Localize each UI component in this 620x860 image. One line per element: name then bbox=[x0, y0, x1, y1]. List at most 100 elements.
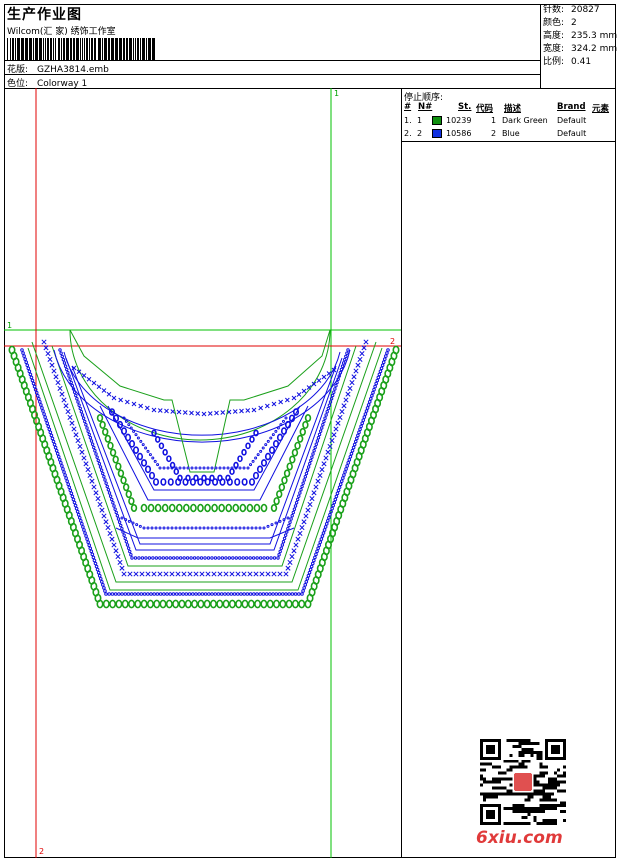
motif-loops bbox=[229, 468, 235, 475]
outer-bead-line bbox=[334, 494, 339, 499]
cross-stitch-band bbox=[307, 501, 313, 507]
outer-bead-line bbox=[348, 454, 353, 459]
bead-line bbox=[299, 488, 303, 492]
bead-line bbox=[340, 364, 345, 368]
outer-scallop-border bbox=[128, 599, 136, 609]
bead-line bbox=[154, 556, 159, 560]
motif-loops bbox=[177, 474, 183, 482]
bead-line bbox=[96, 458, 100, 463]
outer-bead-line bbox=[29, 375, 34, 380]
outer-bead-line bbox=[82, 528, 86, 532]
outer-bead-line bbox=[377, 372, 382, 377]
bead-line bbox=[115, 514, 120, 518]
outer-scallop-border bbox=[191, 599, 199, 609]
inner-bead-line bbox=[131, 521, 135, 525]
bead-line bbox=[111, 501, 115, 505]
outer-scallop-border bbox=[140, 599, 148, 609]
bead-line bbox=[278, 549, 282, 554]
bead-line bbox=[92, 445, 96, 450]
cross-stitch-band bbox=[313, 484, 319, 490]
outer-bead-line bbox=[347, 458, 352, 462]
bead-line bbox=[65, 367, 69, 372]
side-green-loops bbox=[122, 483, 130, 492]
outer-bead-line bbox=[74, 506, 79, 511]
outer-bead-line bbox=[296, 592, 301, 596]
cross-stitch-band bbox=[79, 449, 85, 455]
outer-scallop-border bbox=[172, 599, 180, 609]
bead-line bbox=[67, 374, 71, 378]
cross-stitch-band bbox=[113, 548, 119, 554]
outer-bead-line bbox=[344, 467, 348, 471]
cross-stitch-band bbox=[295, 536, 301, 542]
motif-beads bbox=[146, 449, 150, 453]
outer-bead-line bbox=[187, 592, 192, 596]
outer-bead-line bbox=[293, 592, 298, 596]
outer-bead-line bbox=[332, 500, 337, 505]
side-green-loops bbox=[286, 462, 293, 471]
outer-scallop-border bbox=[165, 599, 173, 609]
motif-loops bbox=[225, 474, 231, 482]
motif-beads bbox=[194, 466, 198, 470]
inner-green-loops bbox=[154, 503, 162, 513]
bead-line bbox=[310, 455, 314, 459]
cross-stitch-band bbox=[71, 426, 77, 432]
cross-stitch-band bbox=[49, 362, 55, 368]
outer-bead-line bbox=[86, 540, 90, 544]
outer-bead-line bbox=[303, 583, 308, 587]
outer-bead-line bbox=[178, 592, 182, 596]
outer-bead-line bbox=[60, 464, 64, 468]
outer-bead-line bbox=[39, 403, 43, 407]
bead-line bbox=[69, 380, 73, 385]
outer-bead-line bbox=[93, 561, 98, 566]
neckline-cross-stitch bbox=[151, 407, 157, 413]
outer-bead-line bbox=[235, 592, 240, 596]
outer-bead-line bbox=[190, 592, 195, 596]
cross-stitch-band bbox=[293, 542, 299, 548]
outer-bead-line bbox=[75, 509, 80, 514]
bead-line bbox=[300, 484, 304, 489]
outer-scallop-border bbox=[279, 599, 287, 609]
cross-stitch-band bbox=[199, 571, 205, 577]
outer-bead-line bbox=[367, 400, 372, 404]
bead-line bbox=[77, 403, 81, 407]
neckline-cross-stitch bbox=[220, 410, 226, 415]
motif-beads bbox=[132, 429, 136, 433]
bead-line bbox=[137, 556, 141, 560]
side-green-loops bbox=[107, 441, 114, 450]
bead-line bbox=[114, 510, 118, 515]
outer-bead-line bbox=[346, 461, 351, 465]
bead-line bbox=[220, 556, 225, 560]
cross-stitch-band bbox=[247, 571, 253, 577]
outer-bead-line bbox=[355, 436, 359, 441]
side-green-loops bbox=[115, 462, 122, 471]
cross-stitch-band bbox=[271, 571, 277, 577]
motif-beads bbox=[259, 449, 263, 453]
bead-line bbox=[158, 556, 162, 560]
bead-line bbox=[277, 553, 281, 557]
motif-beads bbox=[222, 466, 226, 470]
motif-beads bbox=[269, 436, 273, 440]
motif-loops bbox=[173, 468, 180, 475]
outer-bead-line bbox=[349, 451, 354, 456]
outer-bead-line bbox=[378, 369, 383, 374]
bead-line bbox=[346, 348, 350, 352]
outer-bead-line bbox=[68, 488, 73, 493]
outer-scallop-border bbox=[266, 599, 274, 609]
embroidery-canvas[interactable]: 1 1 2 2 bbox=[4, 88, 402, 858]
outer-bead-line bbox=[133, 592, 137, 596]
cross-stitch-band bbox=[53, 374, 59, 380]
outer-bead-line bbox=[372, 387, 376, 392]
outer-bead-line bbox=[323, 525, 328, 529]
neckline-cross-stitch bbox=[207, 411, 213, 416]
bead-line bbox=[185, 556, 190, 560]
design-preview[interactable]: 1 1 2 2 bbox=[4, 88, 402, 858]
inner-green-loops bbox=[253, 503, 261, 513]
stat-scale: 比例: 0.41 bbox=[543, 57, 592, 67]
bead-line bbox=[329, 397, 334, 401]
bead-line bbox=[213, 556, 218, 560]
cross-stitch-band bbox=[291, 548, 297, 554]
outer-bead-line bbox=[117, 592, 121, 596]
cross-stitch-band bbox=[93, 490, 99, 496]
cross-stitch-band bbox=[325, 449, 331, 455]
bead-line bbox=[125, 543, 130, 547]
